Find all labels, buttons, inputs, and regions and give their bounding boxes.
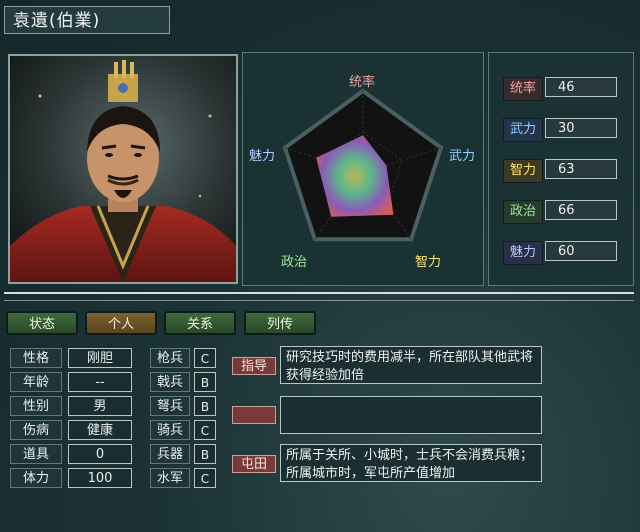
stat-row-intelligence: 智力 63 (503, 159, 631, 183)
aptitude-row-siege: 兵器 B (150, 444, 220, 466)
aptitude-label-halberd: 戟兵 (150, 372, 190, 392)
specialty-tag-2[interactable] (232, 406, 276, 424)
tab-relations[interactable]: 关系 (164, 311, 236, 335)
tab-personal[interactable]: 个人 (85, 311, 157, 335)
stat-value-force: 30 (545, 118, 617, 138)
aptitude-value-cavalry: C (194, 420, 216, 440)
aptitude-value-spear: C (194, 348, 216, 368)
specialty-tag-3[interactable]: 屯田 (232, 455, 276, 473)
aptitude-label-cavalry: 骑兵 (150, 420, 190, 440)
aptitude-label-crossbow: 弩兵 (150, 396, 190, 416)
stat-label-command: 统率 (503, 77, 543, 101)
info-label-age: 年龄 (10, 372, 62, 392)
stat-label-intelligence: 智力 (503, 159, 543, 183)
radar-label-right: 武力 (449, 149, 476, 164)
divider-top (4, 292, 634, 294)
stat-row-charisma: 魅力 60 (503, 241, 631, 265)
tab-status[interactable]: 状态 (6, 311, 78, 335)
info-row-age: 年龄 -- (10, 372, 132, 394)
stat-label-force: 武力 (503, 118, 543, 142)
radar-label-bottom-right: 智力 (415, 255, 442, 270)
officer-name-title: 袁遺(伯業) (4, 6, 170, 34)
stat-label-charisma: 魅力 (503, 241, 543, 265)
aptitude-row-cavalry: 骑兵 C (150, 420, 220, 442)
info-value-age: -- (68, 372, 132, 392)
aptitude-row-crossbow: 弩兵 B (150, 396, 220, 418)
stat-row-command: 统率 46 (503, 77, 631, 101)
info-row-stamina: 体力 100 (10, 468, 132, 490)
aptitude-label-siege: 兵器 (150, 444, 190, 464)
info-value-personality: 刚胆 (68, 348, 132, 368)
radar-label-bottom-left: 政治 (281, 255, 308, 270)
aptitude-row-spear: 枪兵 C (150, 348, 220, 370)
specialty-desc-1: 研究技巧时的费用减半，所在部队其他武将获得经验加倍 (280, 346, 542, 384)
radar-label-top: 统率 (349, 75, 376, 90)
radar-label-left: 魅力 (249, 149, 276, 164)
stat-value-politics: 66 (545, 200, 617, 220)
officer-portrait (8, 54, 238, 284)
portrait-image (10, 56, 236, 282)
specialty-desc-2 (280, 396, 542, 434)
info-value-gender: 男 (68, 396, 132, 416)
info-label-personality: 性格 (10, 348, 62, 368)
stats-panel: 统率 46 武力 30 智力 63 政治 66 魅力 60 (488, 52, 634, 286)
aptitude-value-halberd: B (194, 372, 216, 392)
info-label-injury: 伤病 (10, 420, 62, 440)
aptitude-label-navy: 水军 (150, 468, 190, 488)
info-label-gender: 性别 (10, 396, 62, 416)
stat-label-politics: 政治 (503, 200, 543, 224)
divider-bottom (4, 300, 634, 301)
stat-row-politics: 政治 66 (503, 200, 631, 224)
aptitude-label-spear: 枪兵 (150, 348, 190, 368)
specialty-desc-3: 所属于关所、小城时，士兵不会消费兵粮；所属城市时，军屯所产值增加 (280, 444, 542, 482)
aptitude-row-halberd: 戟兵 B (150, 372, 220, 394)
stat-value-charisma: 60 (545, 241, 617, 261)
stat-row-force: 武力 30 (503, 118, 631, 142)
ability-radar-chart: 统率 武力 智力 政治 魅力 (242, 52, 484, 286)
specialty-tag-1[interactable]: 指导 (232, 357, 276, 375)
info-row-items: 道具 0 (10, 444, 132, 466)
stat-value-intelligence: 63 (545, 159, 617, 179)
info-value-stamina: 100 (68, 468, 132, 488)
info-value-items: 0 (68, 444, 132, 464)
info-label-items: 道具 (10, 444, 62, 464)
info-row-gender: 性别 男 (10, 396, 132, 418)
stat-value-command: 46 (545, 77, 617, 97)
aptitude-value-siege: B (194, 444, 216, 464)
info-label-stamina: 体力 (10, 468, 62, 488)
tab-biography[interactable]: 列传 (244, 311, 316, 335)
aptitude-row-navy: 水军 C (150, 468, 220, 490)
info-value-injury: 健康 (68, 420, 132, 440)
aptitude-value-crossbow: B (194, 396, 216, 416)
info-row-injury: 伤病 健康 (10, 420, 132, 442)
info-row-personality: 性格 刚胆 (10, 348, 132, 370)
aptitude-value-navy: C (194, 468, 216, 488)
